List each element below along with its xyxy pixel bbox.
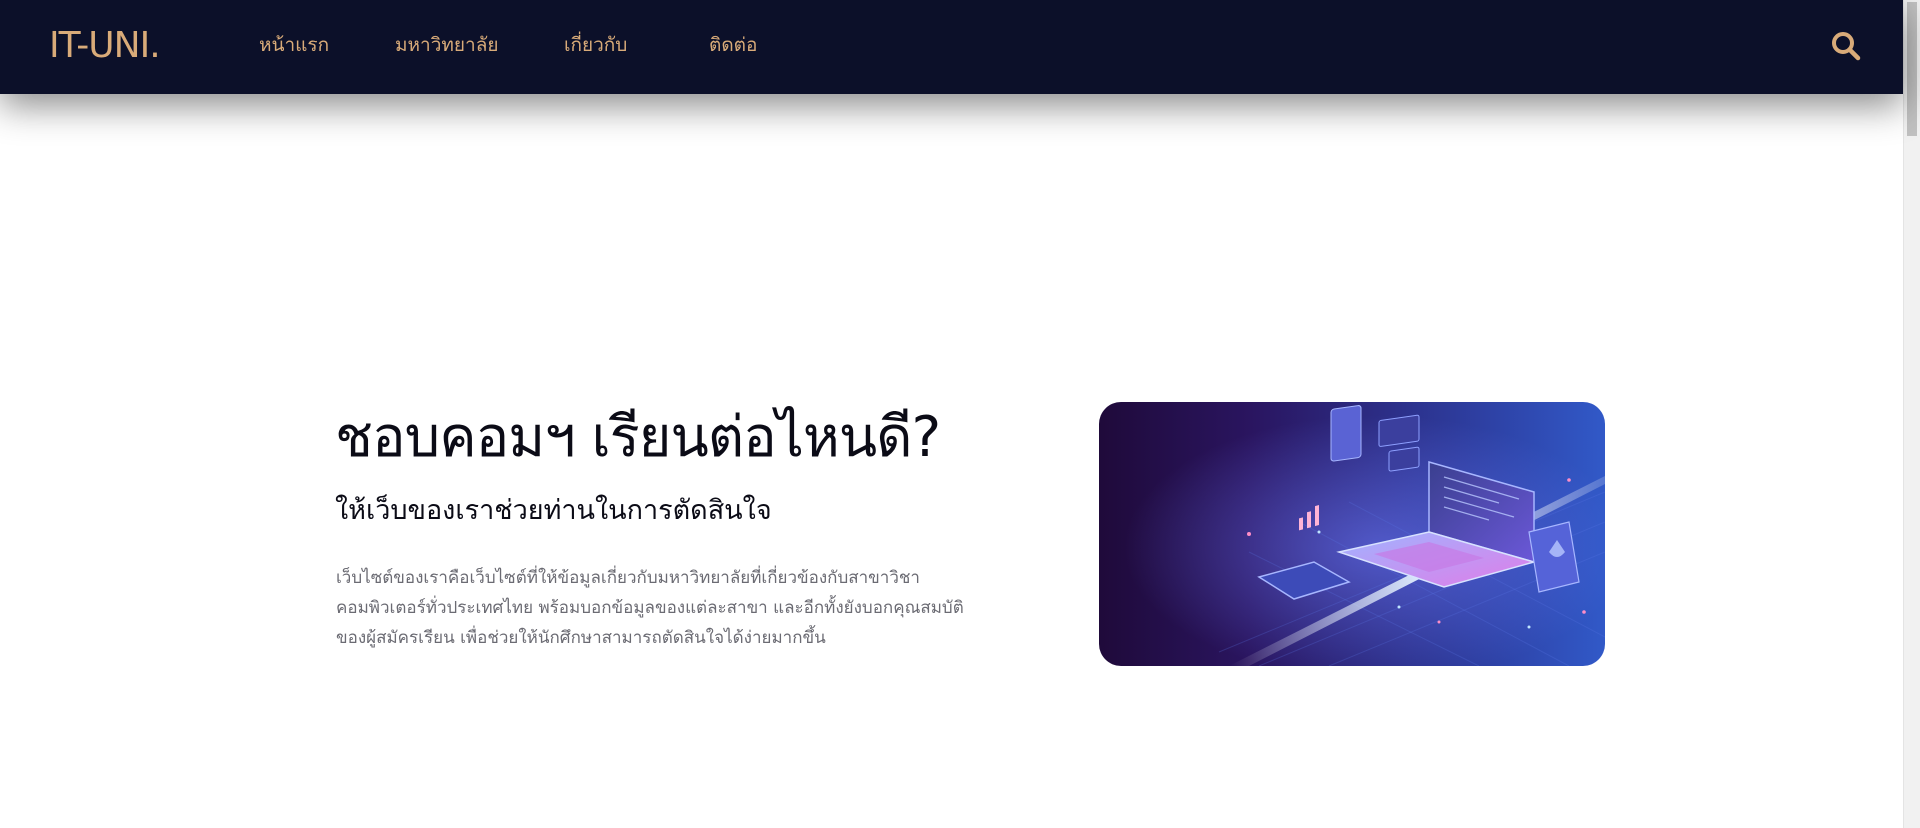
- hero-description: เว็บไซต์ของเราคือเว็บไซต์ที่ให้ข้อมูลเกี…: [336, 563, 1036, 653]
- search-button[interactable]: [1830, 30, 1862, 62]
- hero-illustration: [1099, 402, 1605, 666]
- page-scrollbar[interactable]: [1903, 0, 1920, 828]
- nav-item-about[interactable]: เกี่ยวกับ: [564, 31, 627, 59]
- scrollbar-thumb[interactable]: [1907, 2, 1917, 136]
- search-icon: [1832, 32, 1861, 61]
- hero-title: ชอบคอมฯ เรียนต่อไหนดี?: [335, 405, 941, 470]
- nav-item-university[interactable]: มหาวิทยาลัย: [395, 31, 499, 59]
- hero-subtitle: ให้เว็บของเราช่วยท่านในการตัดสินใจ: [335, 495, 772, 526]
- hero-description-line: คอมพิวเตอร์ทั่วประเทศไทย พร้อมบอกข้อมูลข…: [336, 598, 964, 618]
- nav-item-contact[interactable]: ติดต่อ: [709, 31, 757, 59]
- navbar: IT-UNI. หน้าแรก มหาวิทยาลัย เกี่ยวกับ ติ…: [0, 0, 1903, 94]
- site-logo[interactable]: IT-UNI.: [49, 22, 161, 70]
- hero-description-line: เว็บไซต์ของเราคือเว็บไซต์ที่ให้ข้อมูลเกี…: [336, 568, 920, 588]
- nav-item-home[interactable]: หน้าแรก: [259, 31, 329, 59]
- page: IT-UNI. หน้าแรก มหาวิทยาลัย เกี่ยวกับ ติ…: [0, 0, 1920, 828]
- hero-description-line: ของผู้สมัครเรียน เพื่อช่วยให้นักศึกษาสาม…: [336, 628, 826, 648]
